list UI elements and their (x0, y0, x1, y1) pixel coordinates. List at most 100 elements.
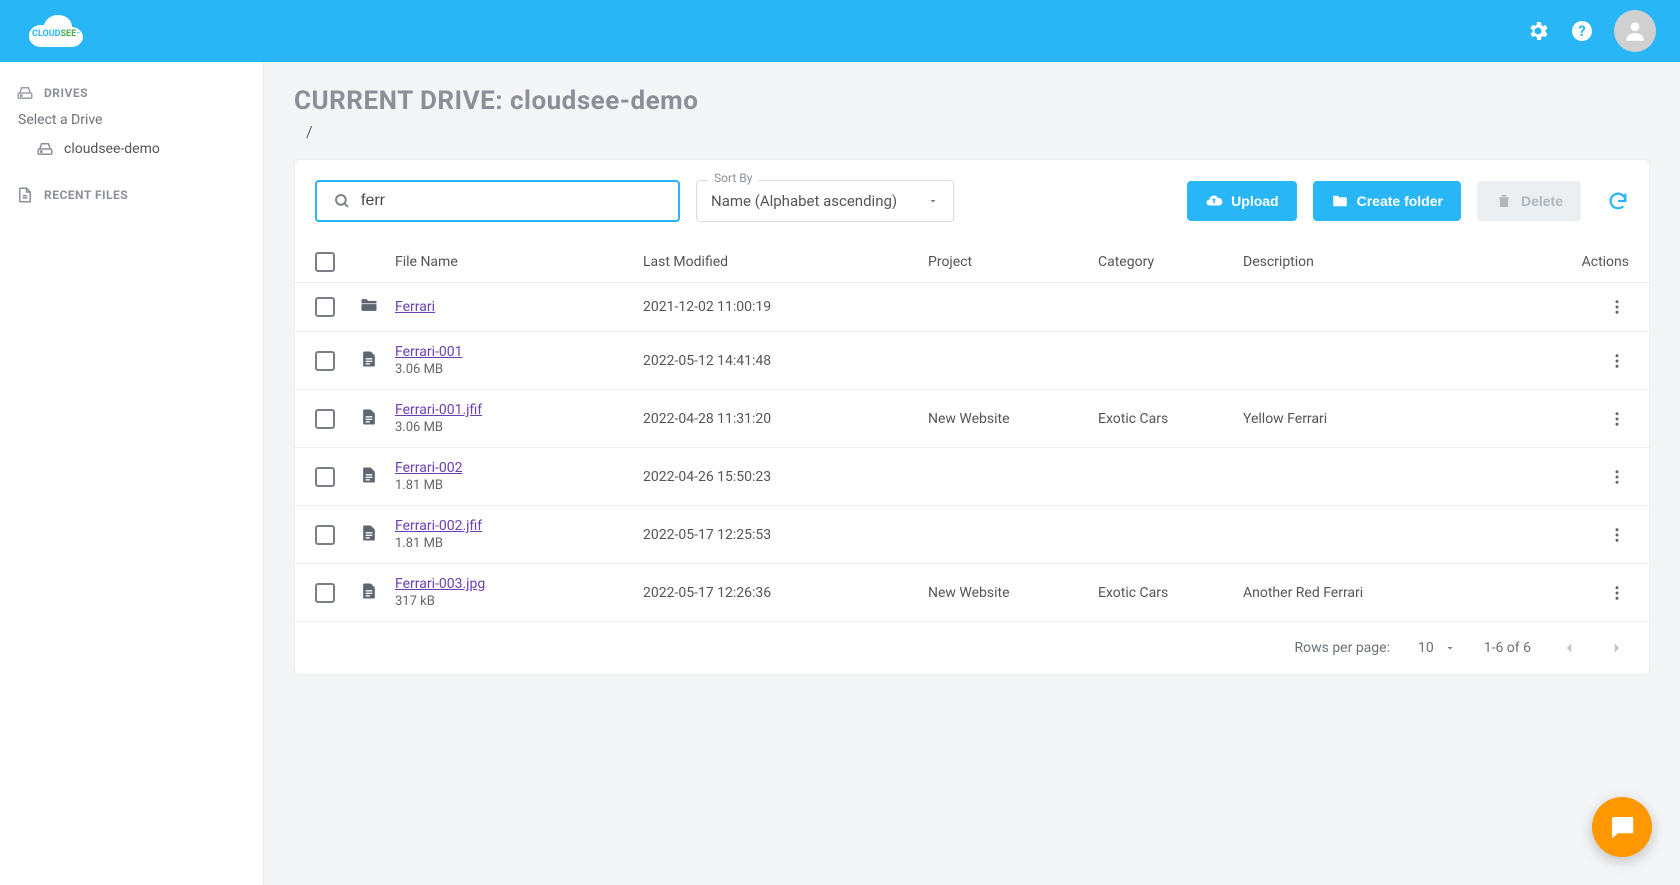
topbar: CLOUDSEE™ ? (0, 0, 1680, 62)
sort-select[interactable]: Name (Alphabet ascending) (696, 180, 954, 222)
row-checkbox[interactable] (315, 297, 335, 317)
search-box[interactable] (315, 180, 680, 222)
file-link[interactable]: Ferrari-001.jfif (395, 402, 643, 418)
row-actions[interactable] (1605, 523, 1629, 547)
file-icon (359, 465, 395, 489)
file-link[interactable]: Ferrari (395, 299, 643, 315)
table-row: Ferrari-003.jpg 317 kB 2022-05-17 12:26:… (295, 564, 1649, 622)
table-row: Ferrari-002.jfif 1.81 MB 2022-05-17 12:2… (295, 506, 1649, 564)
rows-per-page-select[interactable]: 10 (1418, 640, 1456, 656)
create-folder-button[interactable]: Create folder (1313, 181, 1461, 221)
cell-modified: 2022-04-26 15:50:23 (643, 469, 928, 485)
sort-wrap: Sort By Name (Alphabet ascending) (696, 180, 954, 222)
sidebar-drive-item[interactable]: cloudsee-demo (16, 134, 247, 164)
page-title: CURRENT DRIVE: cloudsee-demo (294, 86, 1650, 116)
row-actions[interactable] (1605, 407, 1629, 431)
table-row: Ferrari-001 3.06 MB 2022-05-12 14:41:48 (295, 332, 1649, 390)
file-link[interactable]: Ferrari-003.jpg (395, 576, 643, 592)
sidebar-drives-heading: DRIVES (16, 84, 247, 102)
cell-modified: 2022-05-12 14:41:48 (643, 353, 928, 369)
chevron-down-icon (1444, 642, 1456, 654)
cell-category: Exotic Cars (1098, 585, 1243, 601)
select-drive-label: Select a Drive (18, 112, 247, 128)
file-size: 3.06 MB (395, 420, 643, 435)
file-size: 1.81 MB (395, 478, 643, 493)
table-row: Ferrari-001.jfif 3.06 MB 2022-04-28 11:3… (295, 390, 1649, 448)
col-file-name[interactable]: File Name (395, 254, 643, 270)
folder-icon (1331, 192, 1349, 210)
sort-value: Name (Alphabet ascending) (711, 192, 897, 210)
cell-modified: 2022-04-28 11:31:20 (643, 411, 928, 427)
upload-icon (1205, 192, 1223, 210)
topbar-right: ? (1526, 10, 1656, 52)
col-category[interactable]: Category (1098, 254, 1243, 270)
file-size: 1.81 MB (395, 536, 643, 551)
sidebar: DRIVES Select a Drive cloudsee-demo RECE… (0, 62, 264, 885)
gear-icon[interactable] (1526, 19, 1550, 43)
file-link[interactable]: Ferrari-001 (395, 344, 643, 360)
row-actions[interactable] (1605, 581, 1629, 605)
file-icon (359, 349, 395, 373)
row-checkbox[interactable] (315, 351, 335, 371)
help-icon[interactable]: ? (1570, 19, 1594, 43)
col-project[interactable]: Project (928, 254, 1098, 270)
drive-icon (36, 140, 54, 158)
chat-icon (1607, 812, 1637, 842)
delete-button: Delete (1477, 181, 1581, 221)
rows-per-page-label: Rows per page: (1294, 640, 1389, 656)
next-page[interactable] (1607, 638, 1627, 658)
file-link[interactable]: Ferrari-002 (395, 460, 643, 476)
search-input[interactable] (361, 192, 662, 210)
row-checkbox[interactable] (315, 525, 335, 545)
avatar[interactable] (1614, 10, 1656, 52)
cell-modified: 2021-12-02 11:00:19 (643, 299, 928, 315)
col-description[interactable]: Description (1243, 254, 1569, 270)
drive-icon (16, 84, 34, 102)
brand-logo[interactable]: CLOUDSEE™ (24, 11, 88, 51)
prev-page[interactable] (1559, 638, 1579, 658)
file-icon (359, 523, 395, 547)
row-actions[interactable] (1605, 349, 1629, 373)
cell-description: Another Red Ferrari (1243, 585, 1569, 601)
svg-text:?: ? (1578, 22, 1585, 40)
row-checkbox[interactable] (315, 467, 335, 487)
folder-icon (359, 295, 395, 319)
svg-text:CLOUDSEE™: CLOUDSEE™ (32, 29, 80, 39)
cell-modified: 2022-05-17 12:26:36 (643, 585, 928, 601)
sidebar-drive-name: cloudsee-demo (64, 141, 160, 157)
sidebar-recent-heading[interactable]: RECENT FILES (16, 186, 247, 204)
file-size: 3.06 MB (395, 362, 643, 377)
row-checkbox[interactable] (315, 583, 335, 603)
file-icon (16, 186, 34, 204)
cell-description: Yellow Ferrari (1243, 411, 1569, 427)
table-row: Ferrari-002 1.81 MB 2022-04-26 15:50:23 (295, 448, 1649, 506)
sort-label: Sort By (708, 171, 758, 185)
cell-project: New Website (928, 585, 1098, 601)
file-icon (359, 581, 395, 605)
select-all-checkbox[interactable] (315, 252, 335, 272)
pagination-range: 1-6 of 6 (1484, 640, 1531, 656)
cell-category: Exotic Cars (1098, 411, 1243, 427)
table-header: File Name Last Modified Project Category… (295, 242, 1649, 283)
table-footer: Rows per page: 10 1-6 of 6 (295, 622, 1649, 674)
col-actions: Actions (1569, 254, 1629, 270)
chevron-down-icon (927, 195, 939, 207)
file-panel: Sort By Name (Alphabet ascending) Upload… (294, 159, 1650, 675)
upload-button[interactable]: Upload (1187, 181, 1296, 221)
search-icon (333, 192, 351, 210)
file-link[interactable]: Ferrari-002.jfif (395, 518, 643, 534)
refresh-icon (1607, 190, 1629, 212)
file-size: 317 kB (395, 594, 643, 609)
file-icon (359, 407, 395, 431)
row-actions[interactable] (1605, 295, 1629, 319)
row-checkbox[interactable] (315, 409, 335, 429)
main: CURRENT DRIVE: cloudsee-demo / Sort By N… (264, 62, 1680, 885)
breadcrumb[interactable]: / (306, 122, 1650, 141)
trash-icon (1495, 192, 1513, 210)
col-last-modified[interactable]: Last Modified (643, 254, 928, 270)
row-actions[interactable] (1605, 465, 1629, 489)
refresh-button[interactable] (1607, 190, 1629, 212)
cell-modified: 2022-05-17 12:25:53 (643, 527, 928, 543)
chat-fab[interactable] (1592, 797, 1652, 857)
toolbar: Sort By Name (Alphabet ascending) Upload… (295, 160, 1649, 242)
